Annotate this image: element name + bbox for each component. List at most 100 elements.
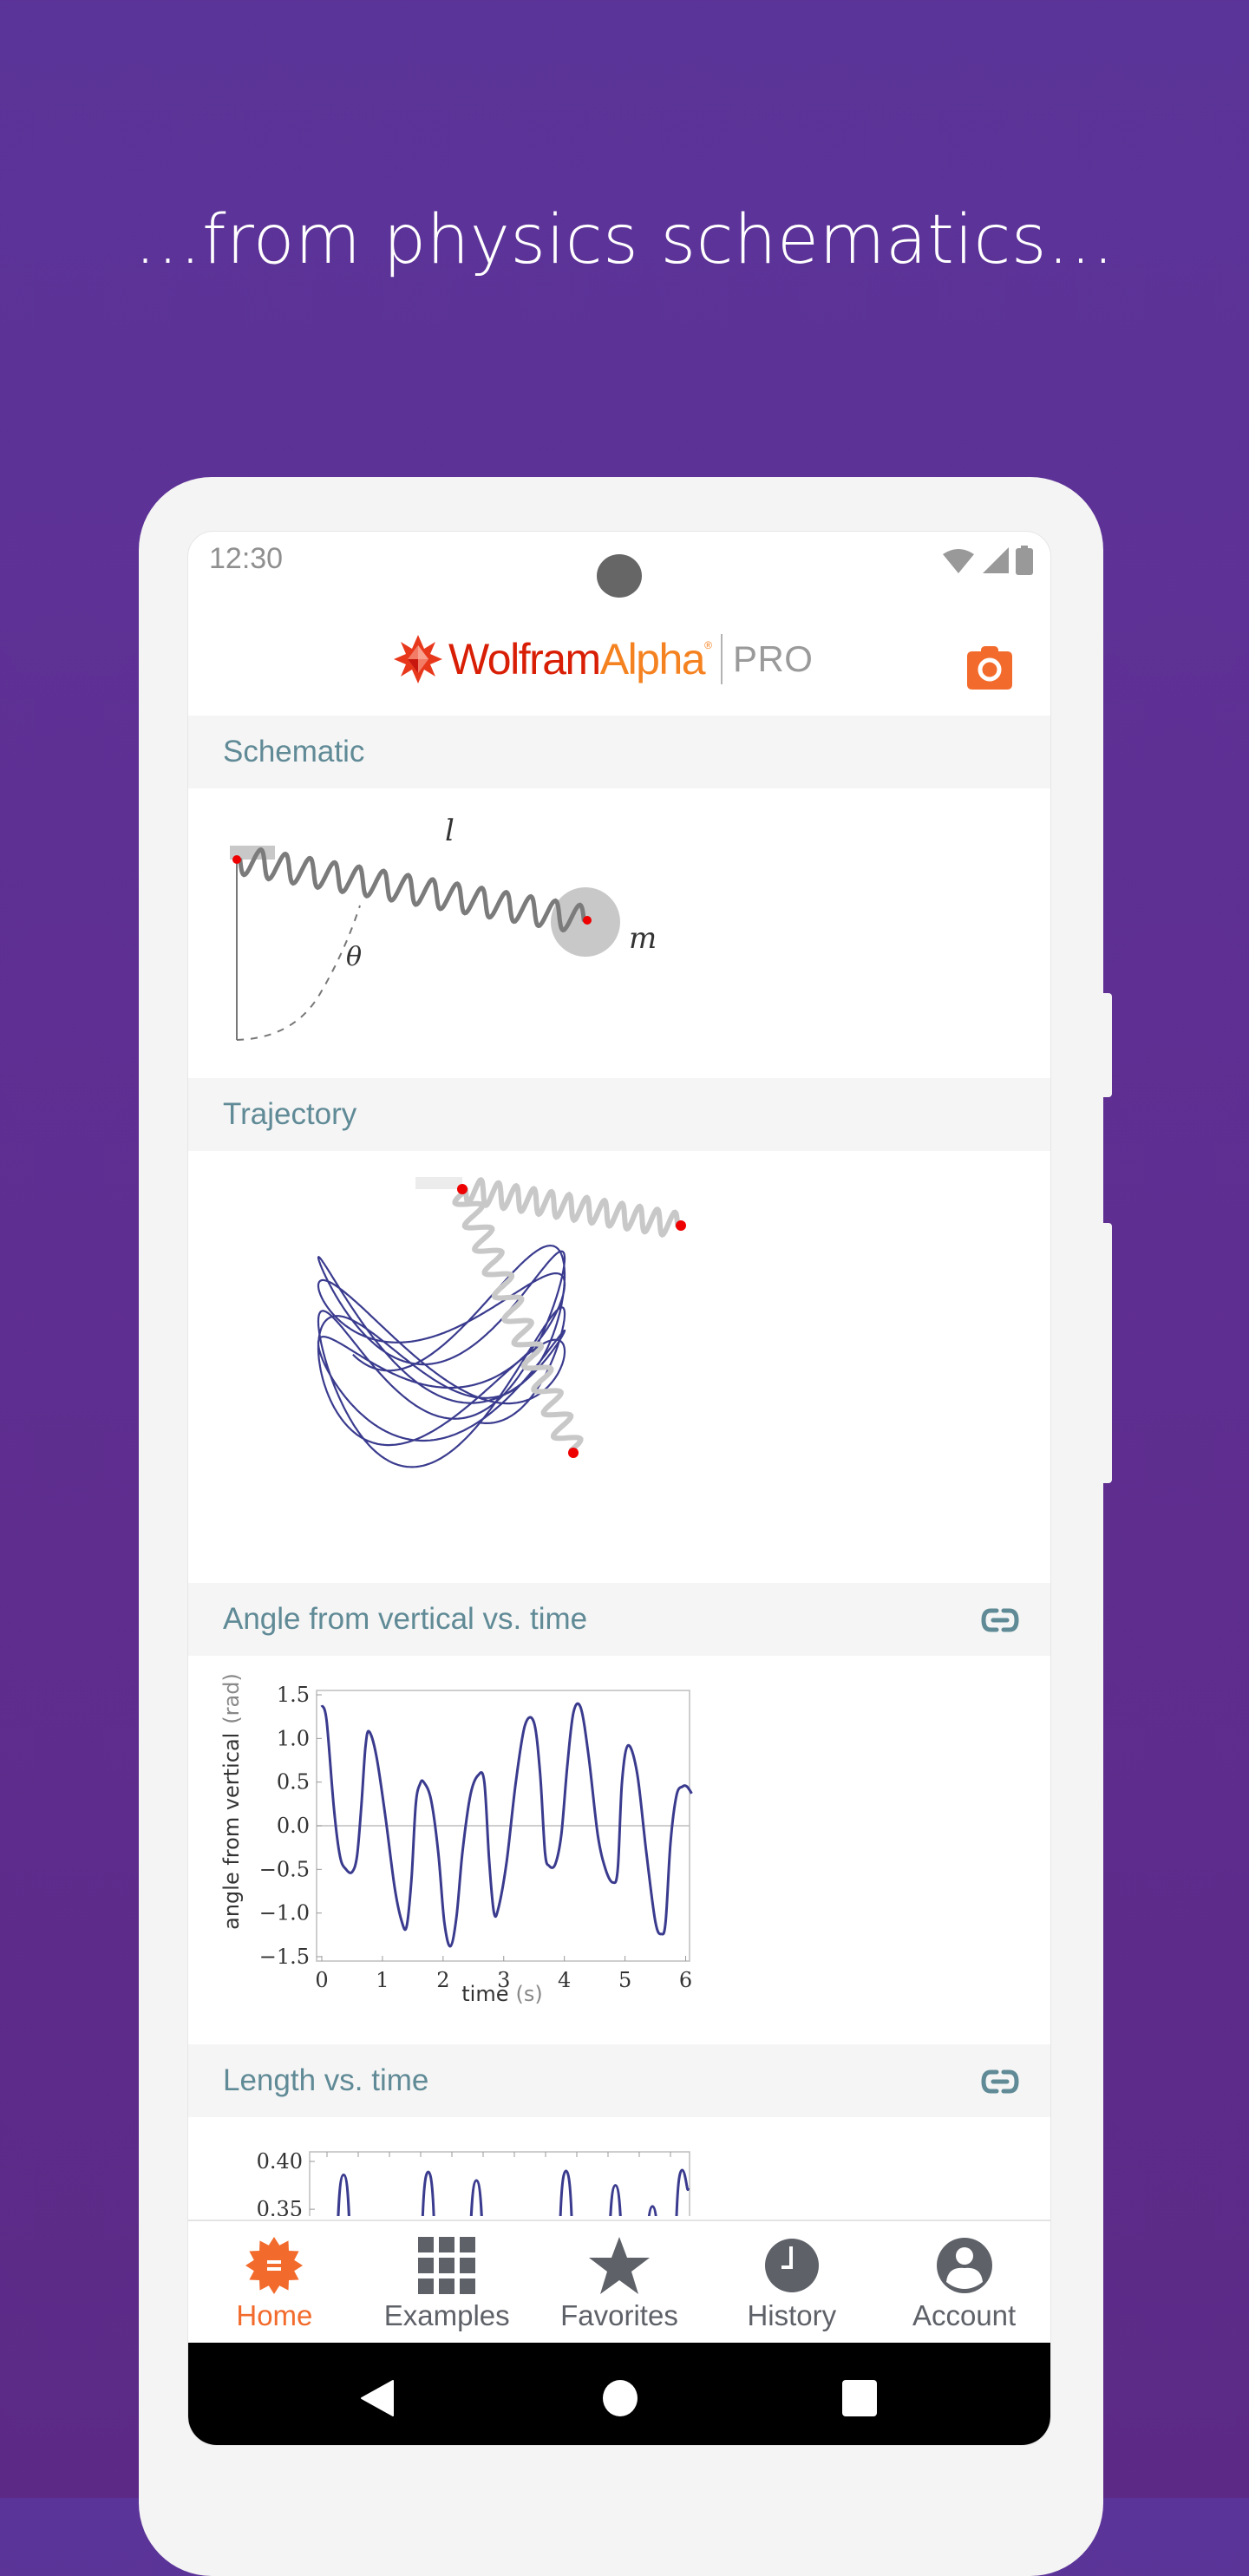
phone-screen: 12:30 Wolfram Alpha ® PRO Schematic l θ …	[187, 531, 1051, 2446]
angle-series-line	[320, 1702, 693, 1948]
wolframalpha-pro-logo: Wolfram Alpha ® PRO	[393, 629, 813, 690]
mass-point	[583, 916, 592, 925]
logo-registered-mark: ®	[704, 639, 712, 651]
battery-icon	[1016, 546, 1033, 575]
pod-header: Trajectory	[188, 1078, 1050, 1151]
y-tick-label: 0.40	[257, 2149, 303, 2174]
system-navigation-bar	[188, 2343, 1050, 2445]
pod-body: 0 1 2 3 4 5 6 1.5 1.0 0.5 0.0 −0.5 −1.0 −1.5 angle fr…	[188, 1656, 1050, 2044]
pod-title: Length vs. time	[223, 2063, 429, 2097]
angle-arc	[236, 905, 361, 1041]
status-icons	[941, 546, 1033, 575]
x-tick-label: 0	[315, 1968, 328, 1992]
nav-label: Account	[912, 2299, 1017, 2331]
mass-label: m	[629, 921, 657, 956]
grid-icon	[418, 2237, 476, 2294]
status-time: 12:30	[209, 542, 284, 575]
y-tick-label: −1.5	[259, 1945, 310, 1969]
mass-point-upper	[676, 1220, 686, 1231]
length-series-peak	[609, 2184, 622, 2216]
results-content[interactable]: Schematic l θ m Trajectory Angle from ve…	[188, 716, 1050, 2216]
plot-frame	[309, 2151, 690, 2216]
link-icon[interactable]	[981, 1605, 1019, 1635]
phone-power-button	[1102, 993, 1112, 1097]
x-axis-unit: (s)	[516, 1982, 543, 2006]
length-series-peak	[559, 2169, 573, 2216]
logo-pro-text: PRO	[732, 638, 814, 679]
home-circle-icon[interactable]	[601, 2379, 639, 2417]
length-series-peak	[647, 2205, 657, 2216]
pivot-point	[457, 1184, 468, 1194]
trajectory-plot	[317, 1177, 686, 1468]
angle-label: θ	[346, 942, 362, 972]
x-tick-label: 5	[618, 1968, 631, 1992]
length-series-peak	[675, 2168, 690, 2216]
pivot-point	[232, 855, 241, 864]
pod-header: Angle from vertical vs. time	[188, 1583, 1050, 1656]
logo-separator	[720, 634, 723, 684]
pod-title: Schematic	[223, 735, 365, 768]
link-icon[interactable]	[981, 2067, 1019, 2096]
back-icon[interactable]	[358, 2379, 396, 2417]
spring	[236, 847, 588, 933]
schematic-diagram: l θ m	[230, 814, 657, 1041]
y-axis-unit: (rad)	[219, 1673, 244, 1724]
pod-header: Length vs. time	[188, 2044, 1050, 2117]
mass-point-lower	[568, 1448, 579, 1458]
account-icon	[936, 2238, 992, 2293]
nav-examples[interactable]: Examples	[361, 2221, 533, 2332]
pivot-support	[415, 1177, 462, 1189]
x-tick-label: 6	[679, 1968, 692, 1992]
y-tick-label: 0.35	[257, 2197, 303, 2216]
trajectory-curve	[317, 1244, 566, 1468]
recents-icon[interactable]	[840, 2379, 879, 2417]
logo-alpha-text: Alpha	[599, 635, 706, 683]
y-axis-label-text: angle from vertical	[219, 1733, 244, 1930]
y-tick-label: 0.0	[277, 1814, 310, 1838]
wolfram-spikey-icon	[394, 635, 442, 683]
angle-vs-time-chart: 0 1 2 3 4 5 61.51.00.50.0−0.5−1.0−1.5 angle fr…	[219, 1673, 693, 2006]
y-tick-label: 1.5	[277, 1683, 310, 1707]
pod-header: Schematic	[188, 716, 1050, 788]
spring-lower	[452, 1187, 584, 1455]
length-series-peak	[421, 2170, 435, 2216]
x-tick-label: 2	[436, 1968, 449, 1992]
y-tick-label: −1.0	[259, 1901, 310, 1925]
x-axis-label-text: time	[461, 1982, 508, 2006]
nav-label: Home	[236, 2299, 313, 2331]
pod-title: Angle from vertical vs. time	[223, 1602, 588, 1636]
spring-upper	[461, 1177, 682, 1238]
camera-icon[interactable]	[967, 646, 1012, 690]
nav-label: History	[747, 2299, 837, 2331]
pod-trajectory: Trajectory	[188, 1078, 1050, 1583]
nav-account[interactable]: Account	[878, 2221, 1050, 2332]
length-label: l	[445, 814, 454, 848]
pod-body	[188, 1151, 1050, 1583]
home-icon	[245, 2237, 304, 2294]
front-camera	[597, 554, 642, 598]
nav-home[interactable]: Home	[188, 2221, 361, 2332]
nav-history[interactable]: History	[705, 2221, 878, 2332]
pod-body: l θ m	[188, 788, 1050, 1078]
status-bar: 12:30	[188, 532, 1050, 608]
phone-volume-button	[1102, 1223, 1112, 1483]
pod-title: Trajectory	[223, 1097, 357, 1131]
app-header: Wolfram Alpha ® PRO	[188, 608, 1050, 717]
x-axis-label: time (s)	[461, 1982, 542, 2006]
clock-icon	[764, 2239, 819, 2292]
length-series-peak	[337, 2173, 350, 2216]
pod-schematic: Schematic l θ m	[188, 716, 1050, 1078]
nav-label: Examples	[383, 2299, 510, 2331]
nav-favorites[interactable]: Favorites	[533, 2221, 706, 2332]
y-tick-label: 1.0	[277, 1726, 310, 1750]
y-tick-label: 0.5	[277, 1770, 310, 1795]
pod-body: 0.40 0.35	[188, 2117, 1050, 2216]
y-tick-label: −0.5	[259, 1857, 310, 1881]
logo-wolfram-text: Wolfram	[448, 635, 601, 683]
x-tick-label: 1	[376, 1968, 389, 1992]
cellular-signal-icon	[983, 547, 1009, 573]
pod-length-vs-time: Length vs. time 0.40 0.35	[188, 2044, 1050, 2216]
tagline: …from physics schematics…	[134, 201, 1115, 279]
x-tick-label: 4	[558, 1968, 571, 1992]
nav-label: Favorites	[560, 2299, 678, 2331]
